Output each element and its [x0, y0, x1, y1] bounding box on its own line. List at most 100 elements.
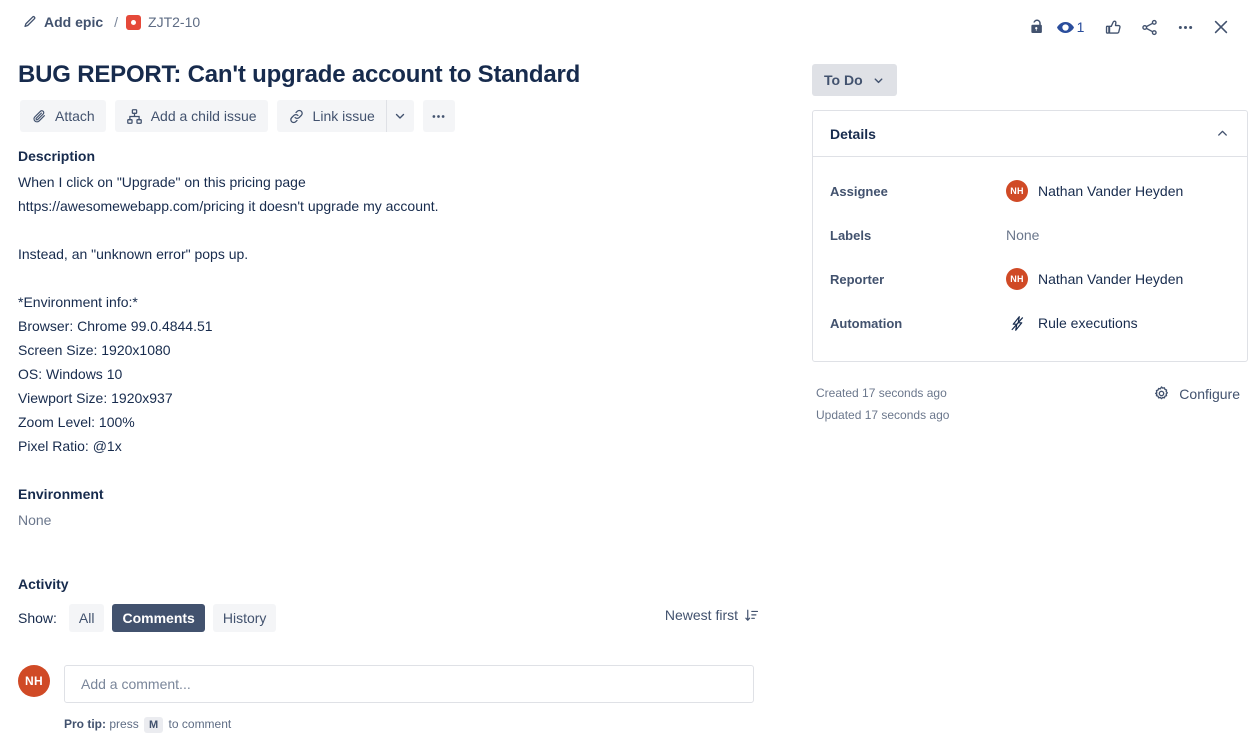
details-panel: Details Assignee NH Nathan Vander Heyden — [812, 110, 1248, 362]
issue-detail-page: Add epic / ZJT2-10 1 BUG REPORT: Can't u… — [0, 0, 1253, 741]
hierarchy-icon — [126, 108, 143, 125]
description-blank-line — [18, 266, 778, 290]
field-value[interactable]: None — [1006, 227, 1039, 243]
more-horizontal-icon — [1176, 18, 1195, 37]
issue-timestamps: Created 17 seconds ago Updated 17 second… — [816, 382, 949, 426]
link-issue-dropdown-button[interactable] — [385, 100, 414, 132]
status-dropdown-button[interactable]: To Do — [812, 64, 897, 96]
issue-toolbar: 1 — [1019, 10, 1239, 44]
activity-filter-row: Show: All Comments History Newest first — [18, 604, 778, 632]
pro-tip: Pro tip: press M to comment — [64, 717, 778, 733]
pencil-icon — [23, 15, 37, 29]
unlock-icon — [1028, 18, 1046, 36]
description-heading: Description — [18, 148, 96, 164]
environment-heading: Environment — [18, 486, 104, 502]
eye-icon — [1056, 18, 1075, 37]
issue-key-label: ZJT2-10 — [148, 14, 201, 30]
more-actions-button[interactable] — [1167, 10, 1203, 44]
sort-descending-icon — [744, 608, 759, 623]
automation-link: Rule executions — [1038, 315, 1138, 331]
chevron-up-icon[interactable] — [1215, 126, 1230, 141]
paperclip-icon — [31, 108, 47, 124]
issue-meta: Created 17 seconds ago Updated 17 second… — [812, 382, 1248, 426]
issue-content: Description When I click on "Upgrade" on… — [18, 148, 778, 733]
configure-label: Configure — [1179, 385, 1240, 402]
details-panel-header[interactable]: Details — [813, 111, 1247, 157]
like-button[interactable] — [1095, 10, 1131, 44]
pro-tip-before: press — [109, 717, 139, 731]
activity-heading: Activity — [18, 576, 69, 592]
status-label: To Do — [824, 72, 863, 88]
created-timestamp: Created 17 seconds ago — [816, 386, 947, 400]
issue-action-bar: Attach Add a child issue Link issue — [20, 100, 455, 132]
add-comment-row: NH Pro tip: press M to comment — [18, 665, 778, 733]
field-reporter: Reporter NH Nathan Vander Heyden — [830, 257, 1230, 301]
add-epic-label: Add epic — [44, 14, 104, 30]
breadcrumb: Add epic / ZJT2-10 — [20, 12, 200, 32]
attach-button[interactable]: Attach — [20, 100, 106, 132]
chevron-down-icon — [872, 74, 885, 87]
description-body[interactable]: When I click on "Upgrade" on this pricin… — [18, 170, 778, 458]
field-automation: Automation Rule executions — [830, 301, 1230, 345]
description-line: OS: Windows 10 — [18, 366, 123, 382]
pro-tip-key: M — [144, 717, 164, 733]
description-line: Zoom Level: 100% — [18, 414, 135, 430]
field-label: Labels — [830, 227, 872, 243]
description-line: Screen Size: 1920x1080 — [18, 342, 171, 358]
watch-count: 1 — [1076, 19, 1085, 35]
add-child-issue-label: Add a child issue — [150, 108, 257, 124]
assignee-name: Nathan Vander Heyden — [1038, 183, 1184, 199]
gear-icon — [1153, 385, 1170, 402]
pro-tip-after: to comment — [168, 717, 232, 731]
bug-icon — [126, 14, 142, 30]
details-title: Details — [830, 125, 876, 142]
thumbs-up-icon — [1104, 18, 1123, 37]
description-line: Viewport Size: 1920x937 — [18, 390, 173, 406]
issue-more-actions-button[interactable] — [422, 100, 455, 132]
environment-value[interactable]: None — [18, 508, 778, 532]
description-line: https://awesomewebapp.com/pricing it doe… — [18, 198, 439, 214]
description-line: Browser: Chrome 99.0.4844.51 — [18, 318, 213, 334]
field-value[interactable]: NH Nathan Vander Heyden — [1006, 180, 1183, 202]
tab-all[interactable]: All — [68, 604, 105, 632]
description-line: Pixel Ratio: @1x — [18, 438, 122, 454]
avatar: NH — [1006, 180, 1028, 202]
details-panel-body: Assignee NH Nathan Vander Heyden Labels … — [813, 157, 1247, 361]
share-icon — [1140, 18, 1159, 37]
add-comment-input[interactable] — [64, 665, 754, 703]
reporter-name: Nathan Vander Heyden — [1038, 271, 1184, 287]
field-value[interactable]: NH Nathan Vander Heyden — [1006, 268, 1183, 290]
field-label: Automation — [830, 315, 903, 331]
issue-sidebar: To Do Details Assignee NH Nathan Vander … — [812, 64, 1248, 426]
link-issue-label: Link issue — [312, 108, 375, 124]
share-button[interactable] — [1131, 10, 1167, 44]
attach-label: Attach — [55, 108, 95, 124]
close-button[interactable] — [1203, 10, 1239, 44]
configure-button[interactable]: Configure — [1149, 382, 1244, 405]
description-blank-line — [18, 218, 778, 242]
watch-button[interactable]: 1 — [1055, 10, 1091, 44]
chevron-down-icon — [393, 109, 407, 123]
avatar[interactable]: NH — [18, 665, 50, 697]
unlock-icon-button[interactable] — [1019, 10, 1055, 44]
description-line: Instead, an "unknown error" pops up. — [18, 246, 249, 262]
link-issue-button[interactable]: Link issue — [276, 100, 386, 132]
show-label: Show: — [18, 610, 57, 626]
add-epic-button[interactable]: Add epic — [20, 12, 106, 32]
field-value[interactable]: Rule executions — [1006, 314, 1138, 333]
add-child-issue-button[interactable]: Add a child issue — [114, 100, 268, 132]
breadcrumb-issue-key[interactable]: ZJT2-10 — [126, 14, 200, 30]
description-line: When I click on "Upgrade" on this pricin… — [18, 174, 306, 190]
field-label: Reporter — [830, 271, 885, 287]
link-icon — [288, 108, 305, 125]
close-icon — [1211, 17, 1231, 37]
tab-history[interactable]: History — [212, 604, 277, 632]
page-title: BUG REPORT: Can't upgrade account to Sta… — [18, 61, 581, 88]
sort-order-button[interactable]: Newest first — [659, 603, 765, 627]
breadcrumb-separator: / — [114, 14, 119, 30]
field-label: Assignee — [830, 183, 888, 199]
tab-comments[interactable]: Comments — [112, 604, 205, 632]
link-issue-split-button: Link issue — [276, 100, 414, 132]
avatar: NH — [1006, 268, 1028, 290]
pro-tip-prefix: Pro tip: — [64, 717, 106, 731]
